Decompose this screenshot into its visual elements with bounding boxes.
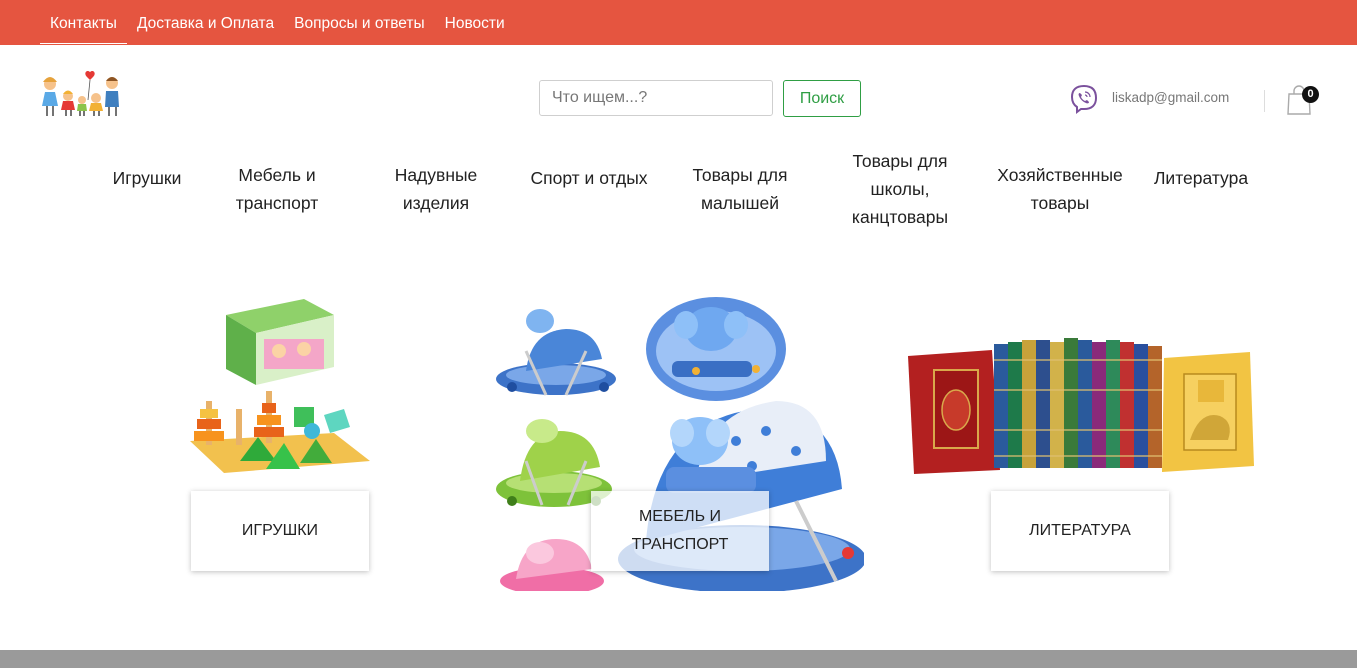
category-school-stationery-link[interactable]: Товары для школы, канцтовары bbox=[830, 147, 970, 231]
top-nav: Контакты Доставка и Оплата Вопросы и отв… bbox=[40, 0, 515, 45]
books-image[interactable] bbox=[908, 330, 1254, 476]
search-input[interactable] bbox=[539, 80, 773, 116]
footer-bar bbox=[0, 650, 1357, 668]
top-bar: Контакты Доставка и Оплата Вопросы и отв… bbox=[0, 0, 1357, 45]
tile-toys-label[interactable]: Игрушки bbox=[191, 491, 369, 571]
viber-icon[interactable] bbox=[1068, 83, 1100, 115]
topnav-contacts-link[interactable]: Контакты bbox=[40, 2, 127, 44]
header-divider bbox=[1264, 90, 1265, 112]
category-sport-leisure-link[interactable]: Спорт и отдых bbox=[514, 164, 664, 192]
toys-image[interactable] bbox=[184, 291, 378, 485]
category-inflatables-link[interactable]: Надувные изделия bbox=[371, 161, 501, 217]
tile-furniture-transport-label[interactable]: Мебель и транспорт bbox=[591, 491, 769, 571]
search-button[interactable]: Поиск bbox=[783, 80, 861, 117]
category-household-link[interactable]: Хозяйственные товары bbox=[982, 161, 1138, 217]
category-baby-goods-link[interactable]: Товары для малышей bbox=[675, 161, 805, 217]
topnav-news-link[interactable]: Новости bbox=[435, 2, 515, 43]
family-logo-icon[interactable] bbox=[40, 70, 122, 118]
category-literature-link[interactable]: Литература bbox=[1140, 164, 1262, 192]
category-toys-link[interactable]: Игрушки bbox=[97, 164, 197, 192]
tile-literature-label[interactable]: Литература bbox=[991, 491, 1169, 571]
category-furniture-transport-link[interactable]: Мебель и транспорт bbox=[212, 161, 342, 217]
topnav-faq-link[interactable]: Вопросы и ответы bbox=[284, 2, 435, 43]
contact-email-link[interactable]: liskadp@gmail.com bbox=[1112, 90, 1229, 105]
topnav-delivery-link[interactable]: Доставка и Оплата bbox=[127, 2, 284, 43]
cart-count-badge: 0 bbox=[1302, 86, 1319, 103]
